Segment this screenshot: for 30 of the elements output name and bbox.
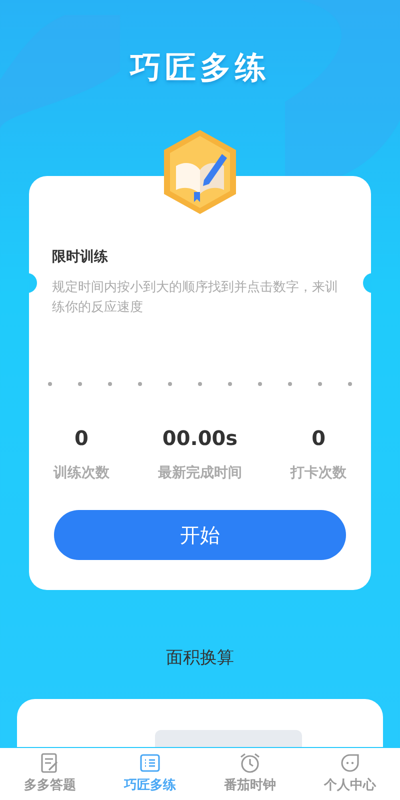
dot-icon [138, 382, 142, 386]
page-title: 巧匠多练 [130, 49, 270, 88]
dot-icon [348, 382, 352, 386]
alarm-clock-icon [239, 752, 261, 774]
description-text: 规定时间内按小到大的顺序找到并点击数字，来训练你的反应速度 [52, 279, 339, 317]
dot-icon [168, 382, 172, 386]
dot-icon [78, 382, 82, 386]
tab-item[interactable]: 巧匠多练 [100, 748, 200, 800]
tab-item[interactable]: 番茄时钟 [200, 748, 300, 800]
dot-icon [48, 382, 52, 386]
stat-value: 00.00s [161, 426, 239, 450]
stat-label: 打卡次数 [289, 464, 348, 482]
tab-item[interactable]: 个人中心 [300, 748, 400, 800]
list-icon [139, 752, 161, 774]
dot-icon [198, 382, 202, 386]
dot-icon [288, 382, 292, 386]
stat-label: 训练次数 [52, 464, 110, 482]
section-title: 限时训练 [52, 248, 109, 266]
dot-icon [228, 382, 232, 386]
face-icon [339, 752, 361, 774]
dot-icon [108, 382, 112, 386]
tab-item[interactable]: 多多答题 [0, 748, 100, 800]
section-title: 面积换算 [165, 647, 235, 669]
start-button[interactable]: 开始 [54, 510, 346, 560]
stat-value: 0 [310, 426, 327, 450]
stat-label: 最新完成时间 [156, 464, 243, 482]
dot-icon [258, 382, 262, 386]
input-field[interactable] [155, 730, 302, 747]
stat-value: 0 [73, 426, 90, 450]
dot-icon [318, 382, 322, 386]
